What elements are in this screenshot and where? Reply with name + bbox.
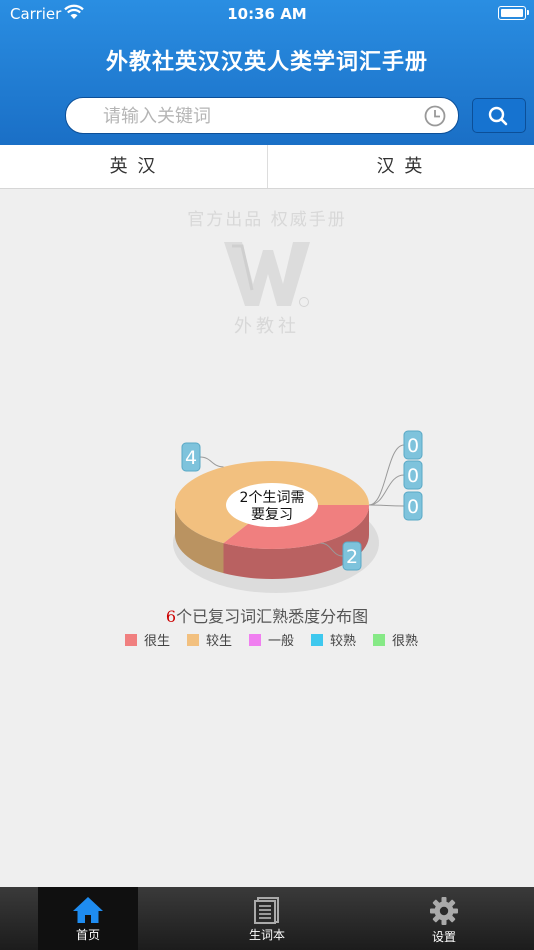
leader-line bbox=[199, 456, 224, 468]
pie-center-label: 2个生词需 bbox=[240, 490, 305, 506]
familiarity-chart: 2个生词需 要复习 2 4 0 0 0 bbox=[0, 420, 534, 600]
tabbar-home-label: 首页 bbox=[75, 928, 100, 942]
caption-count: 6 bbox=[165, 607, 177, 626]
legend-item: 很生 bbox=[125, 633, 170, 651]
leader-line bbox=[368, 444, 405, 506]
legend-label: 很熟 bbox=[392, 634, 419, 649]
data-label-一般: 0 bbox=[407, 435, 419, 457]
legend-swatch bbox=[311, 634, 323, 646]
search-box bbox=[65, 97, 459, 134]
legend-label: 一般 bbox=[268, 634, 295, 649]
search-button[interactable] bbox=[472, 98, 526, 133]
watermark: 官方出品 权威手册 外教社 bbox=[0, 205, 534, 338]
tab-english-chinese[interactable]: 英 汉 bbox=[0, 145, 267, 188]
tabbar-settings[interactable]: 设置 bbox=[394, 887, 494, 950]
search-icon bbox=[488, 106, 508, 126]
data-label-较熟: 0 bbox=[407, 465, 419, 487]
legend-swatch bbox=[249, 634, 261, 646]
publisher-logo bbox=[224, 242, 310, 307]
watermark-tagline: 官方出品 权威手册 bbox=[187, 210, 347, 230]
data-label-很生: 2 bbox=[346, 546, 358, 568]
gear-icon bbox=[430, 897, 458, 925]
direction-tabs: 英 汉 汉 英 bbox=[0, 145, 534, 189]
data-label-很熟: 0 bbox=[407, 496, 419, 518]
search-input[interactable] bbox=[101, 103, 415, 129]
legend-item: 很熟 bbox=[373, 633, 418, 651]
tabbar-vocab-label: 生词本 bbox=[248, 928, 285, 942]
legend-label: 较熟 bbox=[330, 634, 357, 649]
notebook-icon bbox=[254, 897, 279, 924]
home-icon bbox=[73, 897, 103, 923]
leader-line bbox=[368, 504, 405, 507]
bottom-tab-bar: 首页 生词本 设置 bbox=[0, 887, 534, 950]
battery-icon bbox=[498, 6, 529, 20]
history-clock-icon[interactable] bbox=[424, 105, 446, 127]
legend-label: 很生 bbox=[144, 634, 171, 649]
status-bar: Carrier 10:36 AM bbox=[0, 0, 534, 28]
leader-line bbox=[368, 474, 405, 506]
legend-item: 较熟 bbox=[311, 633, 356, 651]
data-label-较生: 4 bbox=[185, 447, 197, 469]
pie-chart: 2个生词需要复习 2 4 0 0 0 bbox=[173, 430, 423, 593]
legend-swatch bbox=[125, 634, 137, 646]
legend-item: 较生 bbox=[187, 633, 232, 651]
chart-caption: 6个已复习词汇熟悉度分布图 bbox=[0, 603, 534, 627]
legend-item: 一般 bbox=[249, 633, 294, 651]
tabbar-settings-label: 设置 bbox=[431, 930, 456, 944]
legend-swatch bbox=[187, 634, 199, 646]
legend-swatch bbox=[373, 634, 385, 646]
tab-chinese-english[interactable]: 汉 英 bbox=[267, 145, 534, 188]
watermark-brand: 外教社 bbox=[234, 316, 300, 337]
tabbar-home[interactable]: 首页 bbox=[38, 887, 138, 950]
page-title: 外教社英汉汉英人类学词汇手册 bbox=[105, 50, 428, 75]
legend-label: 较生 bbox=[206, 634, 233, 649]
caption-text: 个已复习词汇熟悉度分布图 bbox=[176, 607, 369, 626]
pie-center-label: 要复习 bbox=[251, 506, 293, 523]
status-time: 10:36 AM bbox=[227, 5, 307, 23]
tabbar-vocab-book[interactable]: 生词本 bbox=[217, 887, 317, 950]
